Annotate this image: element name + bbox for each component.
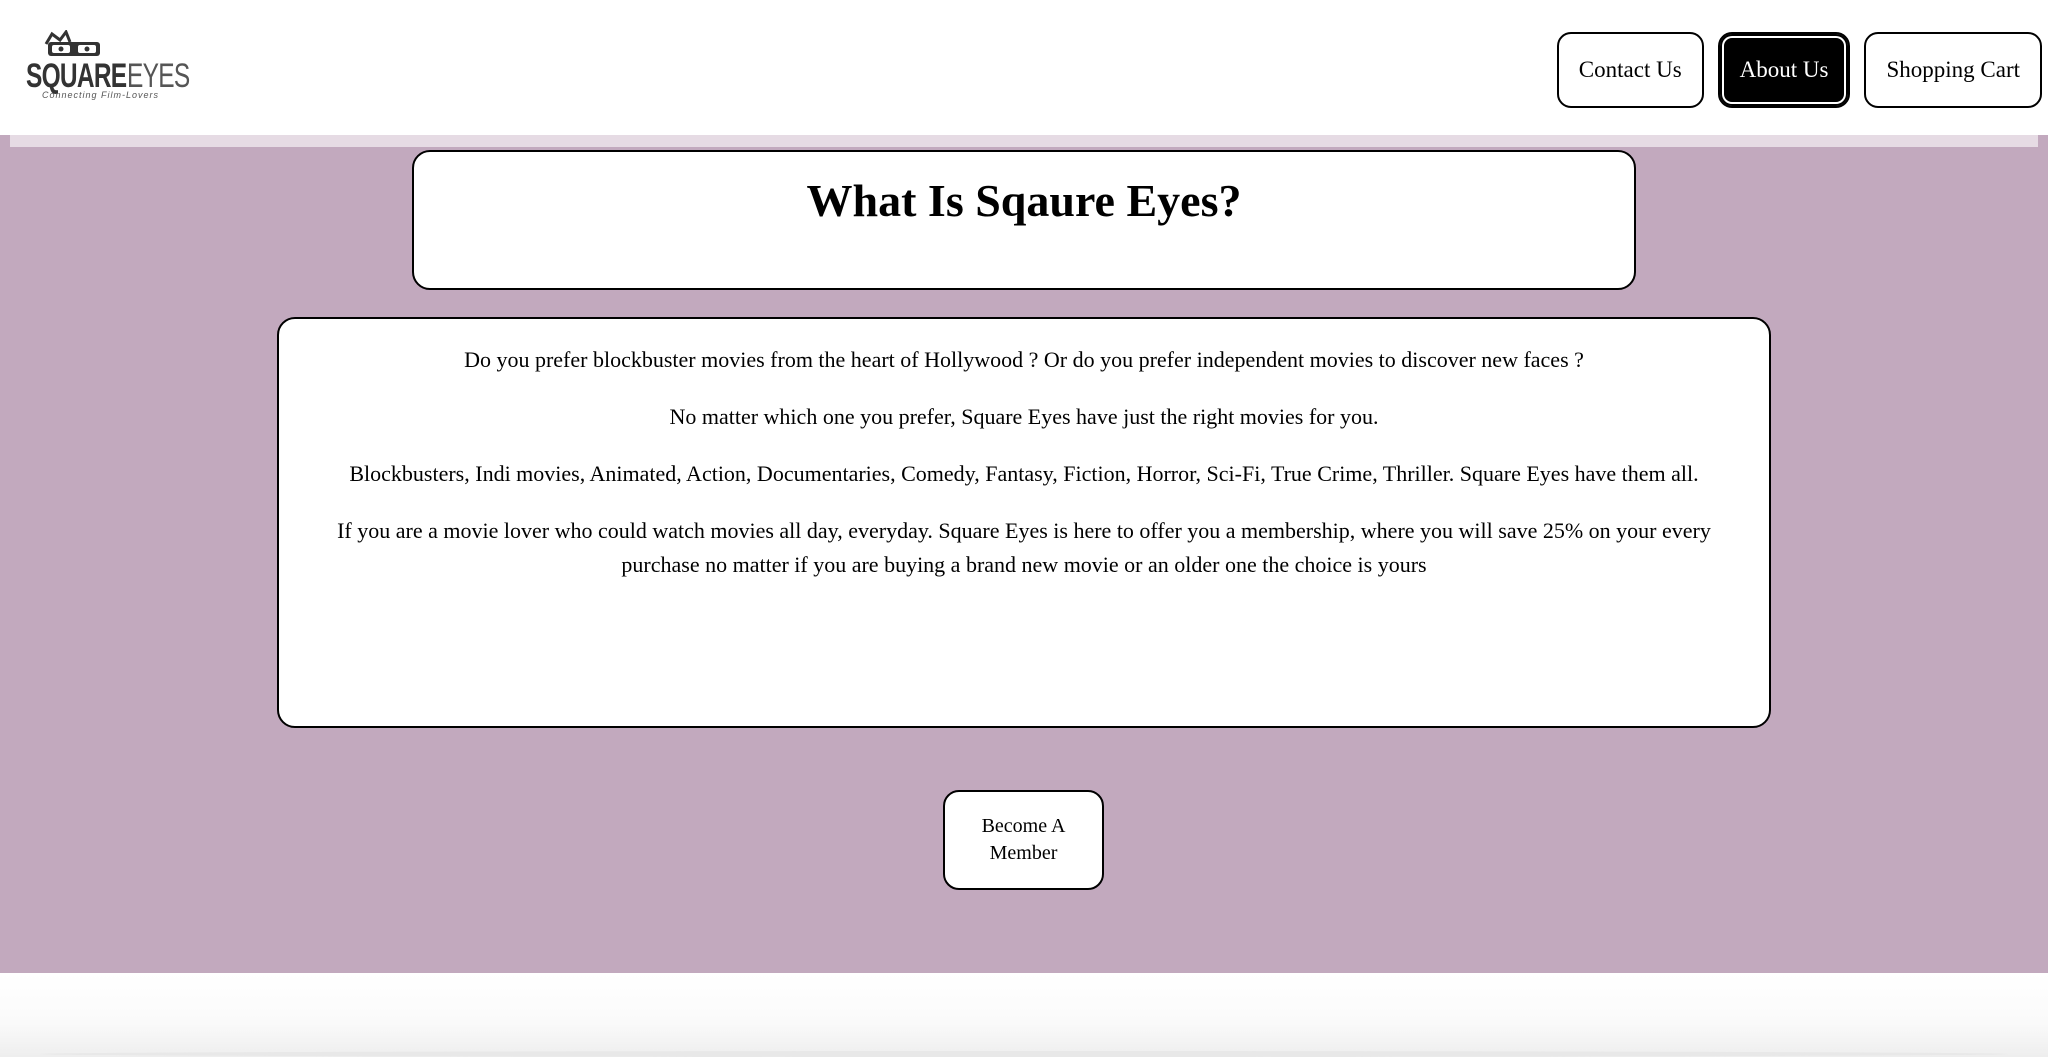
page-title: What Is Sqaure Eyes? xyxy=(806,175,1242,226)
site-footer xyxy=(0,973,2048,1057)
paragraph-intro: Do you prefer blockbuster movies from th… xyxy=(464,347,1584,372)
paragraph-membership: If you are a movie lover who could watch… xyxy=(337,518,1711,577)
become-member-button[interactable]: Become A Member xyxy=(943,790,1104,890)
title-panel: What Is Sqaure Eyes? xyxy=(412,150,1636,290)
about-section: What Is Sqaure Eyes? Do you prefer block… xyxy=(0,135,2048,973)
become-member-line-2: Member xyxy=(989,842,1058,864)
square-eyes-logo[interactable]: SQUAREEYES Connecting Film-Lovers xyxy=(26,30,191,105)
main-nav: Contact Us About Us Shopping Cart xyxy=(1556,32,2042,108)
site-header: SQUAREEYES Connecting Film-Lovers Contac… xyxy=(0,0,2048,135)
paragraph-preference: No matter which one you prefer, Square E… xyxy=(669,404,1379,429)
paragraph-genres: Blockbusters, Indi movies, Animated, Act… xyxy=(349,461,1699,486)
nav-about-us[interactable]: About Us xyxy=(1717,32,1851,108)
logo-tagline: Connecting Film-Lovers xyxy=(42,90,160,100)
footer-shadow xyxy=(40,1051,2008,1057)
become-member-line-1: Become A xyxy=(981,815,1066,837)
nav-shopping-cart[interactable]: Shopping Cart xyxy=(1864,32,2042,108)
section-top-edge xyxy=(10,135,2038,147)
nav-contact-us[interactable]: Contact Us xyxy=(1556,32,1704,108)
description-panel: Do you prefer blockbuster movies from th… xyxy=(277,317,1771,728)
become-member-label: Become A Member xyxy=(982,813,1066,867)
